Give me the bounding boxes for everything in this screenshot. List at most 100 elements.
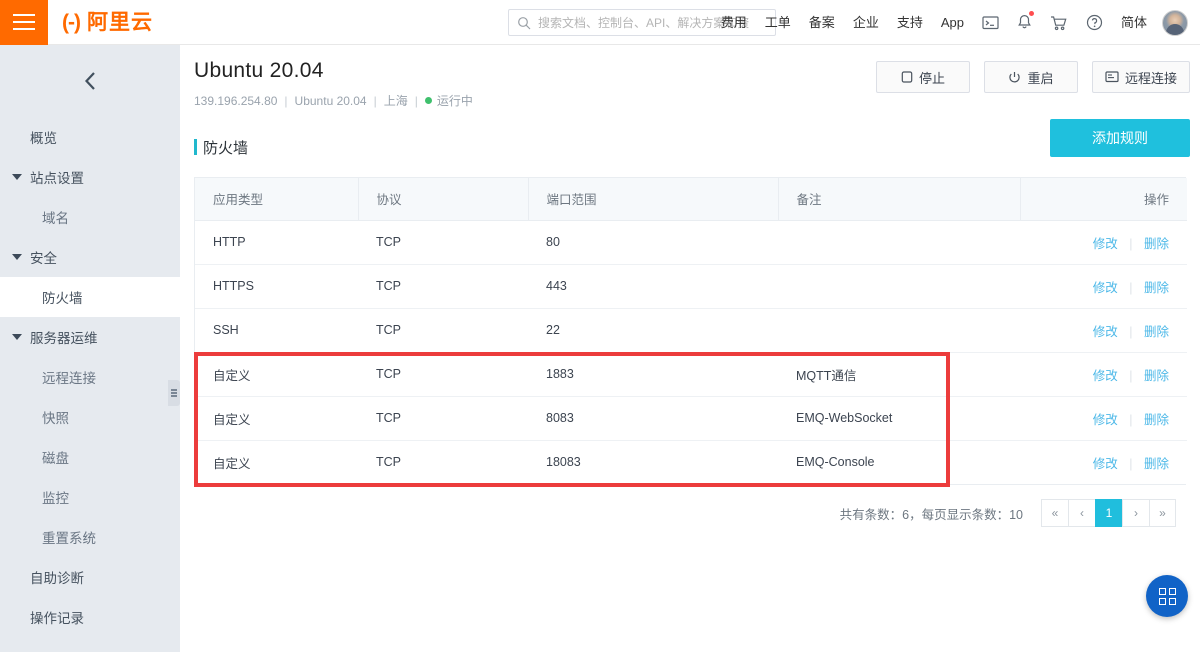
cell-note: MQTT通信	[778, 352, 1020, 397]
nav-item-app[interactable]: App	[932, 0, 973, 45]
delete-link[interactable]: 删除	[1144, 237, 1169, 251]
cell-actions: 修改 | 删除	[1020, 220, 1187, 265]
top-nav-right: 费用 工单 备案 企业 支持 App 简体	[712, 0, 1192, 45]
nav-item-icp[interactable]: 备案	[800, 0, 844, 45]
sidebar-item-self-diagnosis[interactable]: 自助诊断	[0, 557, 180, 597]
hamburger-line	[13, 28, 35, 30]
edit-link[interactable]: 修改	[1093, 369, 1118, 383]
sidebar-item-site-settings[interactable]: 站点设置	[0, 157, 180, 197]
instance-region: 上海	[383, 94, 408, 108]
cart-icon[interactable]	[1041, 0, 1077, 45]
help-icon[interactable]	[1077, 0, 1112, 45]
table-row: HTTPS TCP 443 修改 | 删除	[195, 264, 1187, 309]
edit-link[interactable]: 修改	[1093, 457, 1118, 471]
delete-link[interactable]: 删除	[1144, 281, 1169, 295]
hamburger-line	[13, 21, 35, 23]
remote-connect-button[interactable]: 远程连接	[1091, 61, 1190, 93]
delete-link[interactable]: 删除	[1144, 457, 1169, 471]
sidebar-item-monitor[interactable]: 监控	[0, 477, 180, 517]
sidebar-back-button[interactable]	[0, 45, 180, 117]
chevron-down-icon	[12, 174, 22, 180]
sidebar-item-label: 监控	[42, 491, 69, 506]
sidebar-item-snapshot[interactable]: 快照	[0, 397, 180, 437]
pager-last[interactable]: »	[1149, 499, 1176, 527]
sidebar-item-label: 操作记录	[30, 611, 84, 626]
sidebar-item-label: 概览	[30, 131, 57, 146]
add-rule-button[interactable]: 添加规则	[1050, 119, 1190, 157]
stop-icon	[901, 71, 913, 83]
nav-item-tickets[interactable]: 工单	[756, 0, 800, 45]
pager-prev[interactable]: ‹	[1068, 499, 1095, 527]
pagination-info: 共有条数：6，每页显示条数：10	[839, 507, 1023, 522]
sidebar-item-domain[interactable]: 域名	[0, 197, 180, 237]
terminal-icon[interactable]	[973, 0, 1008, 45]
delete-link[interactable]: 删除	[1144, 413, 1169, 427]
sidebar-item-firewall[interactable]: 防火墙	[0, 277, 180, 317]
delete-link[interactable]: 删除	[1144, 325, 1169, 339]
cell-actions: 修改 | 删除	[1020, 440, 1187, 484]
bell-icon[interactable]	[1008, 0, 1041, 45]
table-header-row: 应用类型 协议 端口范围 备注 操作	[195, 178, 1187, 221]
sidebar-item-label: 磁盘	[42, 451, 69, 466]
instance-header: Ubuntu 20.04 139.196.254.80 | Ubuntu 20.…	[180, 45, 1200, 125]
edit-link[interactable]: 修改	[1093, 413, 1118, 427]
edit-link[interactable]: 修改	[1093, 237, 1118, 251]
column-header-protocol: 协议	[358, 178, 529, 221]
grid-apps-icon	[1158, 587, 1176, 605]
nav-item-support[interactable]: 支持	[888, 0, 932, 45]
action-separator: |	[1129, 412, 1133, 427]
sidebar-item-overview[interactable]: 概览	[0, 117, 180, 157]
sidebar: 概览 站点设置 域名 安全 防火墙 服务器运维 远程连接 快照 磁盘 监控 重置…	[0, 45, 180, 652]
column-header-app-type: 应用类型	[195, 178, 359, 221]
cell-protocol: TCP	[358, 264, 528, 309]
edit-link[interactable]: 修改	[1093, 325, 1118, 339]
table-row: 自定义 TCP 18083 EMQ-Console 修改 | 删除	[195, 440, 1187, 484]
sidebar-item-label: 重置系统	[42, 531, 96, 546]
cell-note: EMQ-WebSocket	[778, 396, 1020, 441]
cell-app-type: HTTPS	[195, 264, 358, 309]
sidebar-item-operation-log[interactable]: 操作记录	[0, 597, 180, 637]
table-row: 自定义 TCP 8083 EMQ-WebSocket 修改 | 删除	[195, 396, 1187, 441]
stop-button[interactable]: 停止	[875, 61, 970, 93]
nav-item-fees[interactable]: 费用	[712, 0, 756, 45]
nav-item-enterprise[interactable]: 企业	[844, 0, 888, 45]
cell-port: 80	[528, 220, 778, 265]
sidebar-item-security[interactable]: 安全	[0, 237, 180, 277]
pager-first[interactable]: «	[1041, 499, 1068, 527]
section-title: 防火墙	[194, 137, 248, 158]
sidebar-item-server-ops[interactable]: 服务器运维	[0, 317, 180, 357]
cell-port: 18083	[528, 440, 778, 484]
pager-page-1[interactable]: 1	[1095, 499, 1122, 527]
meta-separator: |	[414, 93, 418, 108]
instance-os: Ubuntu 20.04	[294, 93, 367, 108]
sidebar-item-disk[interactable]: 磁盘	[0, 437, 180, 477]
action-separator: |	[1129, 324, 1133, 339]
sidebar-item-label: 安全	[30, 251, 57, 266]
action-separator: |	[1129, 280, 1133, 295]
avatar[interactable]	[1162, 9, 1188, 36]
firewall-rules-table: 应用类型 协议 端口范围 备注 操作 HTTP TCP 80 修改 | 删除 H…	[194, 177, 1187, 485]
restart-button[interactable]: 重启	[983, 61, 1078, 93]
apps-fab-button[interactable]	[1146, 575, 1188, 617]
cell-protocol: TCP	[358, 308, 528, 353]
instance-actions: 停止 重启 远程连接	[875, 61, 1190, 93]
cell-protocol: TCP	[358, 440, 528, 484]
chevron-down-icon	[12, 334, 22, 340]
app-root: (-) 阿里云 费用 工单 备案 企业 支持 App	[0, 0, 1200, 652]
action-separator: |	[1129, 456, 1133, 471]
sidebar-item-label: 防火墙	[42, 291, 83, 306]
cell-app-type: 自定义	[195, 396, 358, 441]
brand-logo[interactable]: (-) 阿里云	[62, 12, 153, 33]
sidebar-item-reset-system[interactable]: 重置系统	[0, 517, 180, 557]
cell-app-type: SSH	[195, 308, 358, 353]
hamburger-icon[interactable]	[0, 0, 48, 45]
chevron-down-icon	[12, 254, 22, 260]
delete-link[interactable]: 删除	[1144, 369, 1169, 383]
sidebar-item-remote-connect[interactable]: 远程连接	[0, 357, 180, 397]
sidebar-item-label: 站点设置	[30, 171, 84, 186]
pager-next[interactable]: ›	[1122, 499, 1149, 527]
edit-link[interactable]: 修改	[1093, 281, 1118, 295]
sidebar-collapse-handle[interactable]	[168, 380, 180, 406]
language-switch[interactable]: 简体	[1112, 0, 1156, 45]
stop-button-label: 停止	[918, 70, 945, 86]
